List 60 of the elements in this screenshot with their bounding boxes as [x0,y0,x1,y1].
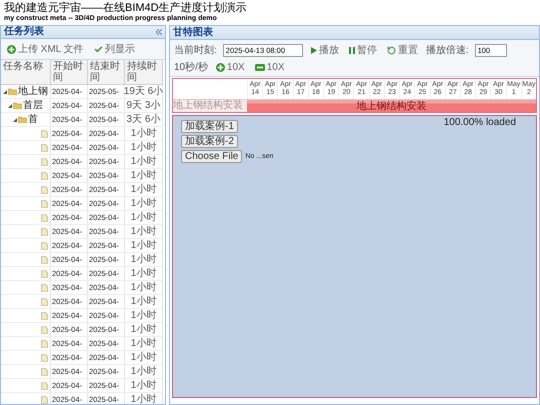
table-cell: 1小时 [125,197,163,211]
task-name: 首 [28,114,38,126]
toolbar-button[interactable]: 列显示 [92,41,137,57]
table-cell: 1小时 [125,337,163,351]
load-case-button[interactable]: 加载案例-2 [181,135,238,148]
table-cell: 1小时 [125,127,163,141]
task-name: 地上钢 [18,86,48,98]
table-cell: 1小时 [125,309,163,323]
collapse-icon[interactable] [156,29,162,35]
time-label: 当前时刻: [174,44,217,57]
table-cell: 1小时 [125,267,163,281]
toolbar-button[interactable]: 上传 XML 文件 [5,41,86,57]
table-cell: 1小时 [125,365,163,379]
column-header[interactable]: 开始时间 [51,60,88,85]
table-cell: 1小时 [125,351,163,365]
gantt-row-label: 地上钢结构安装 [173,99,247,112]
task-name: 首层 [23,100,43,112]
reset-icon [386,46,396,54]
table-cell: 19天 6小 [125,85,163,99]
table-cell: 1小时 [125,183,163,197]
playback-button[interactable]: 播放 [308,42,341,58]
gantt-bar[interactable]: 地上钢结构安装 [247,99,536,112]
column-header[interactable]: 任务名称 [1,60,51,85]
table-cell: 1小时 [125,239,163,253]
bar-label: 地上钢结构安装 [356,101,426,112]
table-cell: 1小时 [125,295,163,309]
table-cell: 9天 3小 [125,99,163,113]
load-case-button[interactable]: 加载案例-1 [181,120,238,133]
table-cell: 1小时 [125,169,163,183]
plus-icon [216,62,225,72]
table-cell: 1小时 [125,141,163,155]
check-icon [94,44,103,54]
playback-button[interactable]: 暂停 [346,42,379,58]
playback-button[interactable]: 重置 [384,42,420,58]
tree-arrow-icon[interactable] [13,118,17,122]
zoom-button[interactable]: 10X [252,60,286,74]
table-cell: 1小时 [125,253,163,267]
table-cell: 1小时 [125,225,163,239]
tree-arrow-icon[interactable] [8,104,12,108]
page-title: 我的建造元宇宙——在线BIM4D生产进度计划演示 [4,2,247,14]
table-cell: 1小时 [125,379,163,393]
table-cell: 1小时 [125,393,163,404]
speed-unit: 10秒/秒 [174,60,208,74]
play-icon [310,46,317,54]
table-cell: 1小时 [125,211,163,225]
load-status: 100.00% loaded [444,117,516,128]
panel-title: 甘特图表 [173,26,213,38]
table-cell: 1小时 [125,281,163,295]
choose-file-button[interactable]: Choose File [181,150,242,163]
table-cell: 1小时 [125,323,163,337]
pause-icon [348,46,355,54]
minus-icon [254,64,265,70]
tree-arrow-icon[interactable] [3,90,7,94]
column-header[interactable]: 持续时间 [125,60,163,85]
table-cell: 1小时 [125,155,163,169]
table-cell: 3天 6小 [125,113,163,127]
plus-icon [7,44,16,54]
zoom-button[interactable]: 10X [214,60,247,74]
column-header[interactable]: 结束时间 [88,60,125,85]
speed-label: 播放倍速: [426,44,469,57]
